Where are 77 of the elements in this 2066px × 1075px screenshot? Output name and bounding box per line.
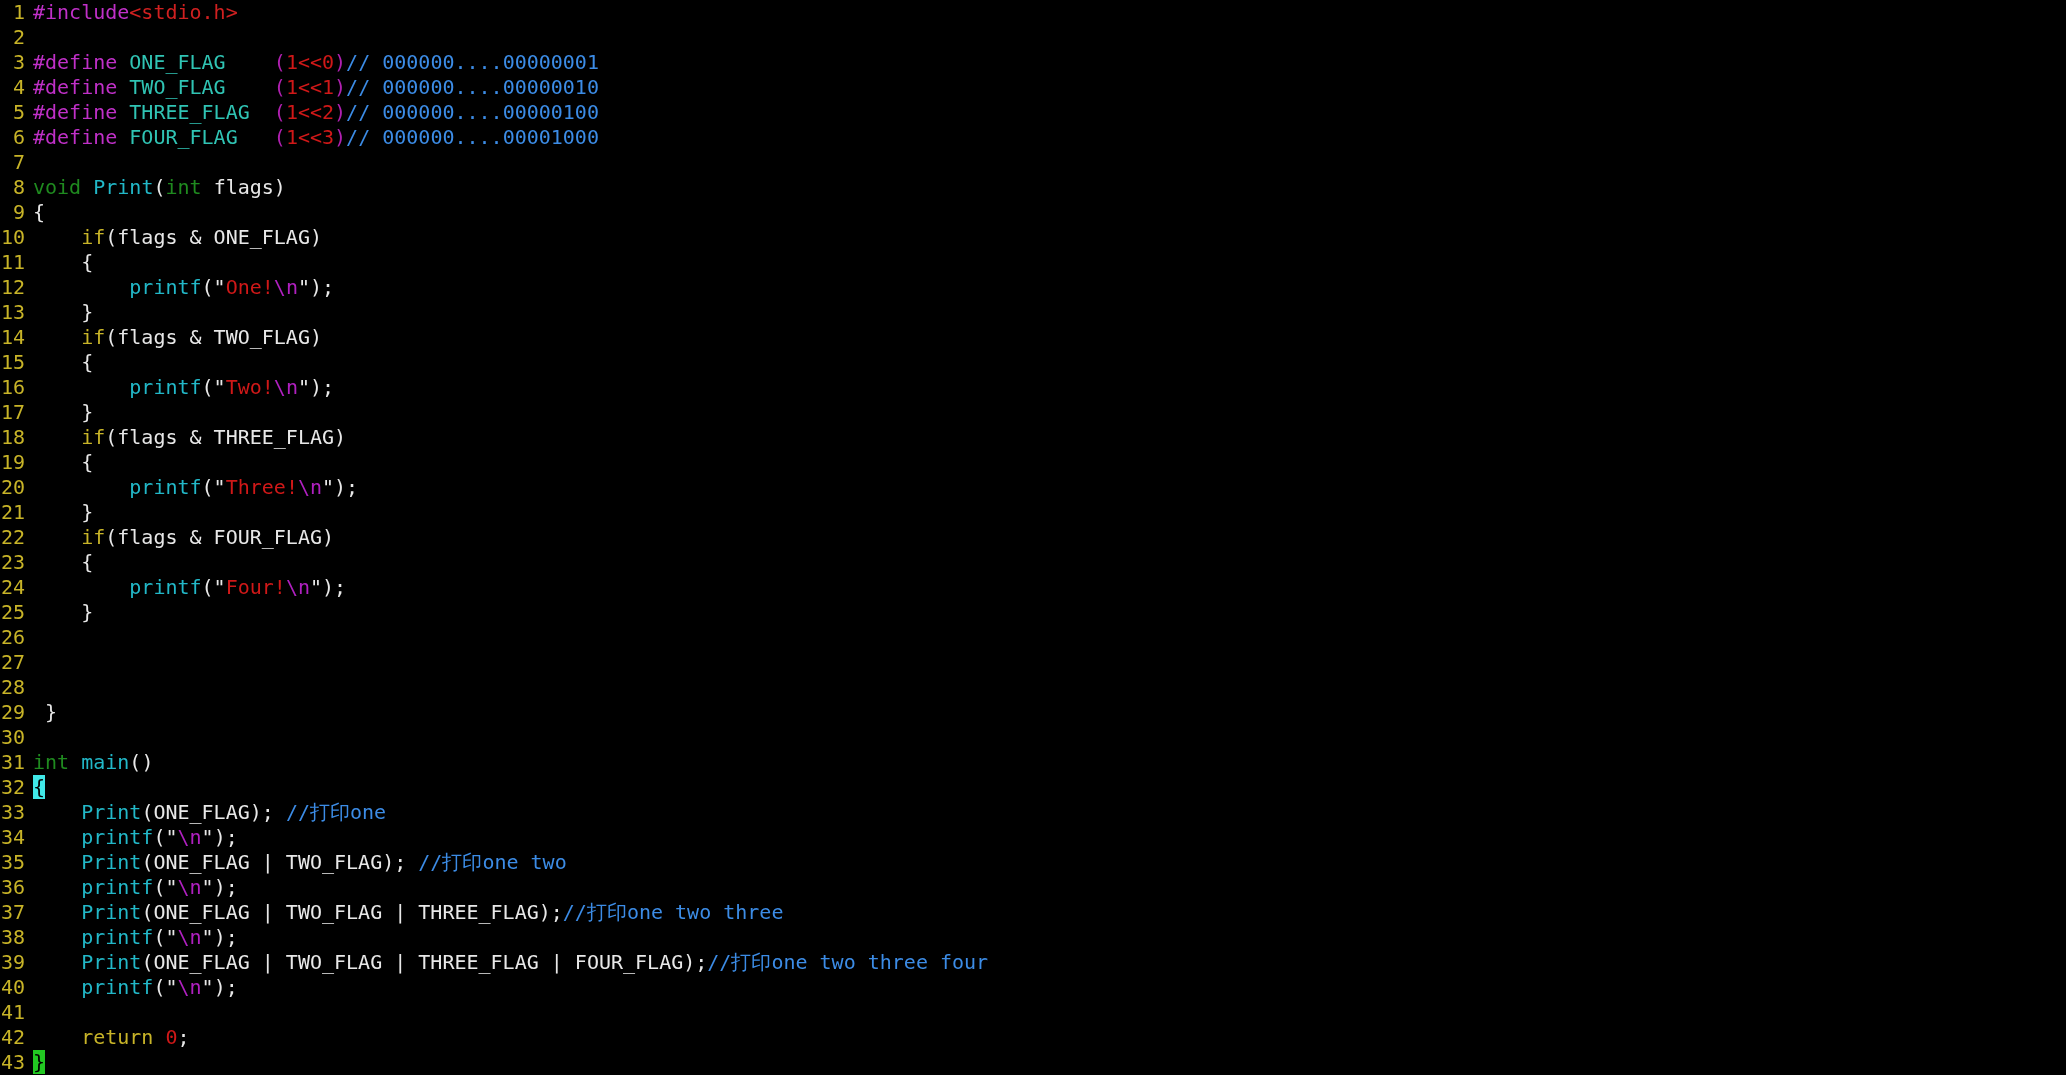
line-number: 3 [11,50,25,75]
line-number: 33 [0,800,25,825]
line-number: 43 [0,1050,25,1075]
line-number: 18 [0,425,25,450]
code-line: } [80,300,94,325]
line-number: 29 [0,700,25,725]
line-number: 35 [0,850,25,875]
line-number: 22 [0,525,25,550]
line-number: 19 [0,450,25,475]
line-number: 21 [0,500,25,525]
code-line: { [80,250,94,275]
code-line: if(flags & FOUR_FLAG) [80,525,335,550]
line-number: 39 [0,950,25,975]
line-number: 10 [0,225,25,250]
line-number: 5 [11,100,25,125]
line-number: 38 [0,925,25,950]
code-line: } [80,500,94,525]
line-number: 13 [0,300,25,325]
line-number: 23 [0,550,25,575]
code-line: { [80,550,94,575]
line-number: 4 [11,75,25,100]
line-number: 40 [0,975,25,1000]
code-line: #define FOUR_FLAG (1<<3)// 000000....00001000 [33,125,599,150]
line-number: 30 [0,725,25,750]
line-number: 25 [0,600,25,625]
line-number: 14 [0,325,25,350]
code-line: return 0; [80,1025,190,1050]
line-number: 24 [0,575,25,600]
line-number: 26 [0,625,25,650]
code-line: } [80,600,94,625]
code-line: } [44,700,58,725]
code-line: printf("\n"); [80,975,238,1000]
line-number: 31 [0,750,25,775]
code-line: Print(ONE_FLAG | TWO_FLAG); //打印one two [80,850,567,875]
code-line: if(flags & TWO_FLAG) [80,325,322,350]
line-number: 20 [0,475,25,500]
line-number: 8 [11,175,25,200]
code-line: printf("\n"); [80,925,238,950]
line-number: 15 [0,350,25,375]
line-number: 2 [11,25,25,50]
line-number: 42 [0,1025,25,1050]
line-number: 32 [0,775,25,800]
line-number: 16 [0,375,25,400]
line-number: 7 [11,150,25,175]
line-number: 41 [0,1000,25,1025]
code-line: Print(ONE_FLAG); //打印one [80,800,387,825]
line-number: 9 [11,200,25,225]
code-line: Print(ONE_FLAG | TWO_FLAG | THREE_FLAG | FOUR_FLAG);//打印one two three four [80,950,989,975]
code-line: if(flags & ONE_FLAG) [80,225,322,250]
code-line: #define ONE_FLAG (1<<0)// 000000....00000001 [33,50,599,75]
line-number: 37 [0,900,25,925]
line-number: 12 [0,275,25,300]
line-number: 11 [0,250,25,275]
line-number: 1 [11,0,25,25]
code-line: printf("\n"); [80,825,238,850]
code-line: printf("\n"); [80,875,238,900]
line-number: 6 [11,125,25,150]
code-line: printf("Four!\n"); [128,575,347,600]
code-line: { [80,450,94,475]
code-line: if(flags & THREE_FLAG) [80,425,347,450]
line-number: 17 [0,400,25,425]
line-number: 27 [0,650,25,675]
code-line: void Print(int flags) [33,175,286,200]
code-line: int main() [33,750,154,775]
code-line: printf("Three!\n"); [128,475,359,500]
code-line: Print(ONE_FLAG | TWO_FLAG | THREE_FLAG);//打印one two three [80,900,784,925]
code-line: #include<stdio.h> [33,0,238,25]
code-line: } [80,400,94,425]
code-line: #define TWO_FLAG (1<<1)// 000000....00000010 [33,75,599,100]
code-line: #define THREE_FLAG (1<<2)// 000000....00000100 [33,100,599,125]
code-line: printf("Two!\n"); [128,375,335,400]
code-line: printf("One!\n"); [128,275,335,300]
code-line: { [80,350,94,375]
line-number: 36 [0,875,25,900]
line-number: 34 [0,825,25,850]
code-line: { [33,200,46,225]
line-number: 28 [0,675,25,700]
